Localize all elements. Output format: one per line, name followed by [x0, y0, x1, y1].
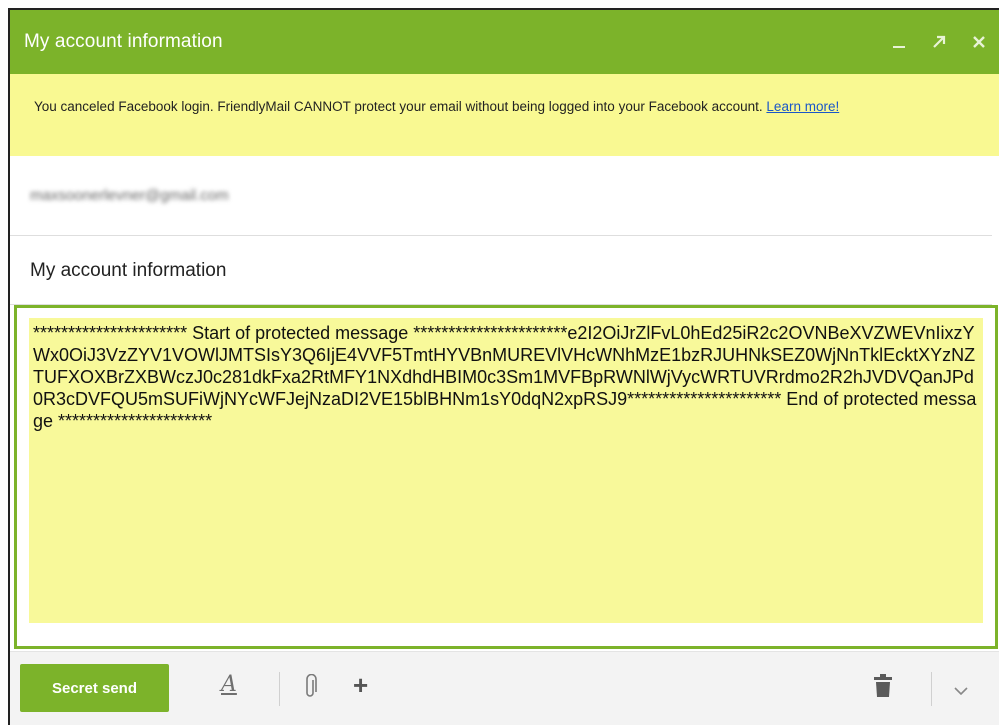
- secret-send-button[interactable]: Secret send: [20, 664, 169, 712]
- subject-value: My account information: [30, 259, 227, 281]
- compose-toolbar: Secret send A +: [10, 651, 999, 725]
- recipient-value: maxsoonerlevner@gmail.com: [30, 187, 229, 204]
- paperclip-icon[interactable]: [304, 673, 318, 705]
- close-icon[interactable]: [959, 22, 999, 62]
- trash-icon[interactable]: [873, 674, 893, 703]
- recipient-field[interactable]: maxsoonerlevner@gmail.com: [10, 156, 992, 236]
- window-title: My account information: [24, 31, 223, 52]
- toolbar-divider: [279, 672, 280, 706]
- add-more-icon[interactable]: +: [353, 670, 368, 701]
- login-warning-banner: You canceled Facebook login. FriendlyMai…: [10, 74, 999, 156]
- minimize-icon[interactable]: [879, 22, 919, 62]
- formatting-options-icon[interactable]: A: [221, 672, 237, 697]
- compose-titlebar[interactable]: My account information: [10, 10, 999, 74]
- window-controls: [879, 10, 999, 74]
- toolbar-divider-right: [931, 672, 932, 706]
- message-body-editor[interactable]: ********************** Start of protecte…: [14, 305, 998, 649]
- compose-window: My account information You canceled Face…: [8, 8, 999, 725]
- popout-icon[interactable]: [919, 22, 959, 62]
- subject-field[interactable]: My account information: [10, 237, 992, 305]
- warning-text: You canceled Facebook login. FriendlyMai…: [34, 99, 763, 114]
- chevron-down-icon[interactable]: [954, 682, 968, 700]
- learn-more-link[interactable]: Learn more!: [766, 99, 839, 114]
- protected-message-block[interactable]: ********************** Start of protecte…: [29, 318, 983, 623]
